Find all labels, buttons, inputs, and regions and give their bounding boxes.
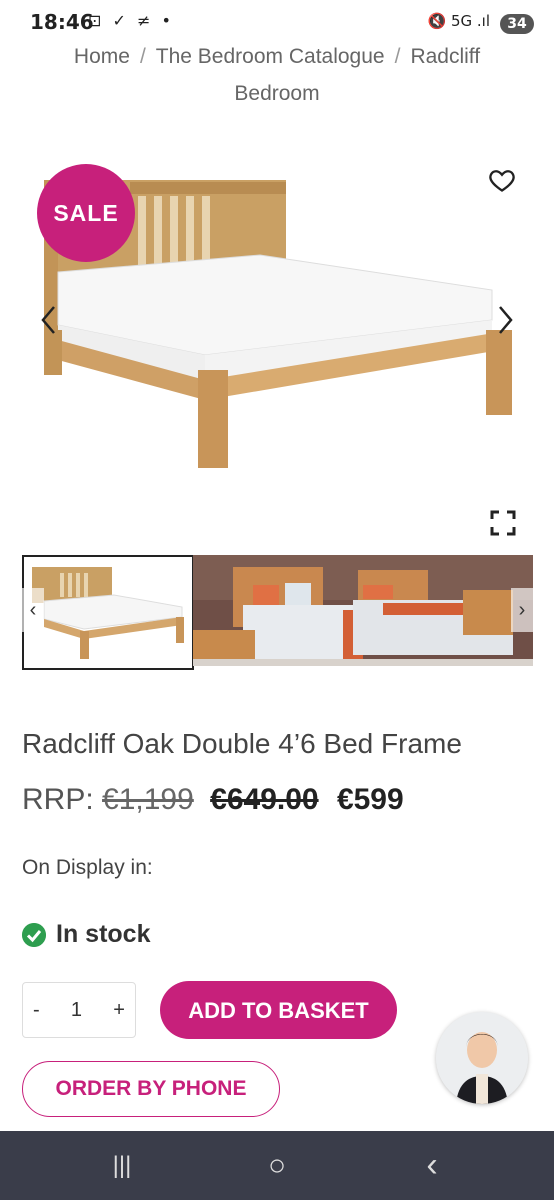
stock-status: In stock bbox=[22, 920, 150, 949]
product-title: Radcliff Oak Double 4’6 Bed Frame bbox=[22, 728, 462, 759]
thumbnail-prev-button[interactable]: ‹ bbox=[22, 588, 44, 632]
thumbnail-room-image bbox=[193, 555, 533, 666]
quantity-input[interactable]: 1 bbox=[71, 999, 82, 1022]
thumbnail-next-button[interactable]: › bbox=[511, 588, 533, 632]
check-circle-icon bbox=[22, 922, 46, 947]
home-icon[interactable]: ○ bbox=[237, 1131, 317, 1200]
breadcrumb-current-line1[interactable]: Radcliff bbox=[410, 45, 480, 68]
rrp-label: RRP: bbox=[22, 783, 94, 816]
status-notification-icons: ⊡ ✓ ≠ • bbox=[88, 11, 174, 30]
thumbnail-bed-image bbox=[32, 567, 184, 659]
breadcrumb: Home / The Bedroom Catalogue / Radcliff Bedr… bbox=[0, 38, 554, 112]
breadcrumb-separator: / bbox=[394, 45, 401, 68]
chevron-right-icon[interactable] bbox=[494, 303, 516, 337]
battery-icon: 34 bbox=[500, 14, 534, 34]
agent-photo bbox=[436, 1012, 528, 1104]
system-nav-bar: ||| ○ ‹ bbox=[0, 1131, 554, 1200]
chevron-left-icon[interactable] bbox=[38, 303, 60, 337]
price-block: RRP: €1,199 €649.00 €599 bbox=[22, 783, 404, 817]
was-price: €649.00 bbox=[210, 783, 319, 816]
chat-agent-avatar[interactable] bbox=[436, 1012, 528, 1104]
on-display-label: On Display in: bbox=[22, 856, 153, 879]
quantity-stepper: - 1 + bbox=[22, 982, 136, 1038]
breadcrumb-separator: / bbox=[139, 45, 146, 68]
quantity-plus-button[interactable]: + bbox=[113, 999, 125, 1022]
current-price: €599 bbox=[336, 783, 404, 816]
expand-icon[interactable] bbox=[490, 510, 516, 536]
order-by-phone-button[interactable]: ORDER BY PHONE bbox=[22, 1061, 280, 1117]
rrp-value: €1,199 bbox=[102, 783, 194, 816]
breadcrumb-current-line2: Bedroom bbox=[234, 82, 320, 105]
thumbnail-1[interactable] bbox=[22, 555, 194, 670]
breadcrumb-home[interactable]: Home bbox=[74, 45, 130, 68]
thumbnail-2[interactable] bbox=[193, 555, 533, 666]
status-bar: 18:46 ⊡ ✓ ≠ • 🔇 5G .ıl 34 bbox=[0, 0, 554, 40]
sale-badge: SALE bbox=[37, 164, 135, 262]
back-icon[interactable]: ‹ bbox=[392, 1131, 472, 1200]
quantity-minus-button[interactable]: - bbox=[33, 999, 40, 1022]
heart-icon[interactable] bbox=[488, 166, 516, 194]
stock-label: In stock bbox=[56, 920, 151, 948]
breadcrumb-catalogue[interactable]: The Bedroom Catalogue bbox=[156, 45, 385, 68]
add-to-basket-button[interactable]: ADD TO BASKET bbox=[160, 981, 397, 1039]
status-signal-icons: 🔇 5G .ıl bbox=[427, 12, 490, 30]
recents-icon[interactable]: ||| bbox=[82, 1131, 162, 1200]
status-time: 18:46 bbox=[30, 10, 94, 34]
